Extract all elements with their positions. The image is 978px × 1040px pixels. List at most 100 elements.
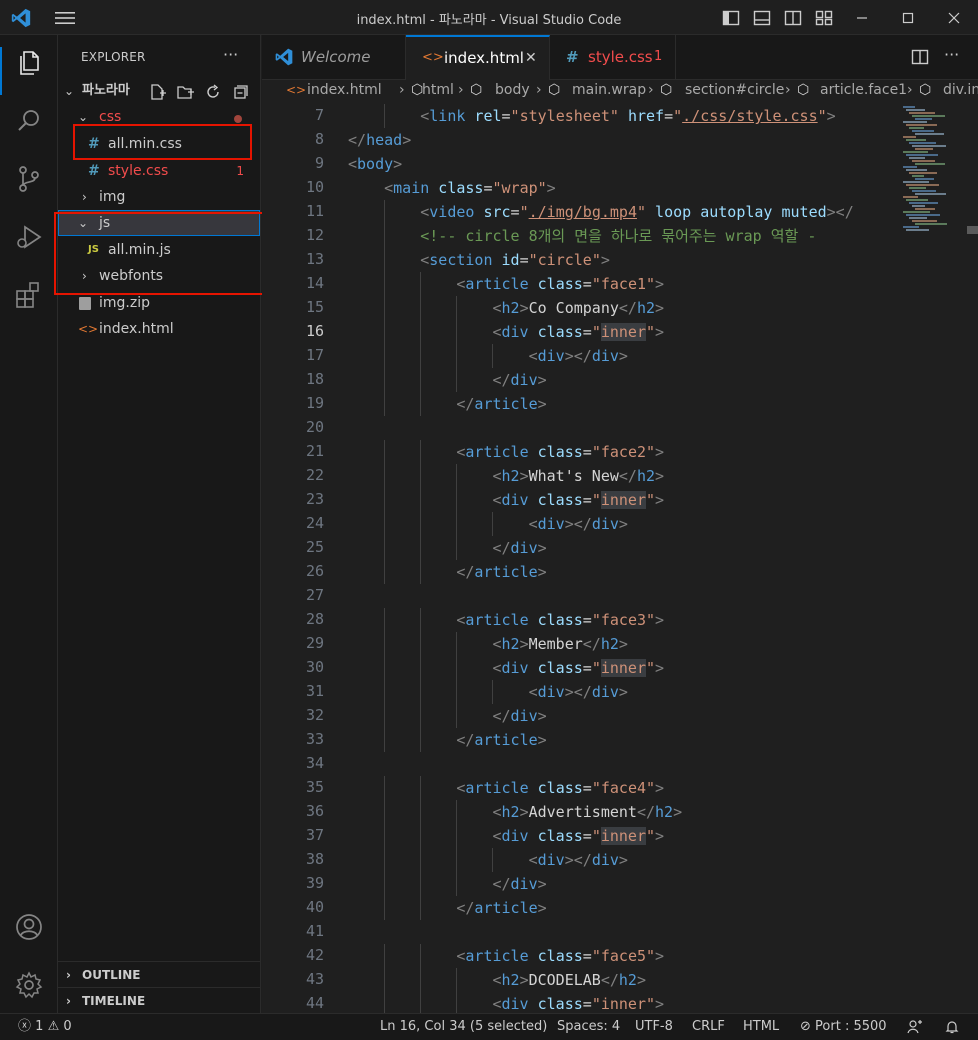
code-editor[interactable]: 7 8 9 10 11 12 13 14 15 16 17 18 19 20 21 22 23 24 25 26 27 2… xyxy=(262,102,978,1013)
indentation[interactable]: Spaces: 4 xyxy=(557,1014,620,1040)
minimize-icon[interactable] xyxy=(852,8,872,28)
code-line[interactable]: </article> xyxy=(456,896,546,920)
code-line[interactable]: <div></div> xyxy=(529,512,628,536)
notifications-bell-icon[interactable] xyxy=(944,1019,960,1035)
outline-section-header[interactable]: › OUTLINE xyxy=(58,961,260,988)
tree-file-all-min-js[interactable]: JS all.min.js xyxy=(58,237,260,263)
tree-file-index-html[interactable]: <> index.html xyxy=(58,316,260,342)
code-area[interactable]: <link rel="stylesheet" href="./css/style… xyxy=(348,102,893,1013)
run-debug-icon[interactable] xyxy=(13,221,45,253)
close-window-icon[interactable] xyxy=(944,8,964,28)
breadcrumb-item[interactable]: index.html xyxy=(307,82,382,98)
indent-guide xyxy=(420,824,422,848)
code-line[interactable]: <h2>What's New</h2> xyxy=(492,464,664,488)
account-icon[interactable] xyxy=(13,911,45,943)
breadcrumb-item[interactable]: div.in xyxy=(943,82,978,98)
maximize-icon[interactable] xyxy=(898,8,918,28)
customize-layout-icon[interactable] xyxy=(814,8,834,28)
code-line[interactable]: </div> xyxy=(492,368,546,392)
problems-indicator[interactable]: ⓧ 1 ⚠ 0 xyxy=(18,1014,72,1040)
code-line[interactable]: </div> xyxy=(492,872,546,896)
cursor-position[interactable]: Ln 16, Col 34 (5 selected) xyxy=(380,1014,547,1040)
language-mode[interactable]: HTML xyxy=(743,1014,779,1040)
copilot-feedback-icon[interactable] xyxy=(907,1019,923,1035)
tree-folder-img[interactable]: › img xyxy=(58,184,260,210)
code-line[interactable]: </article> xyxy=(456,728,546,752)
code-line[interactable]: <link rel="stylesheet" href="./css/style… xyxy=(420,104,835,128)
split-editor-icon[interactable] xyxy=(910,47,930,67)
new-file-icon[interactable] xyxy=(148,83,166,101)
source-control-icon[interactable] xyxy=(13,163,45,195)
code-line[interactable]: <div></div> xyxy=(529,680,628,704)
vertical-scrollbar[interactable] xyxy=(967,102,978,1013)
explorer-files-icon[interactable] xyxy=(13,47,45,79)
toggle-primary-sidebar-icon[interactable] xyxy=(721,8,741,28)
indent-guide xyxy=(384,800,386,824)
indent-guide xyxy=(384,896,386,920)
code-line[interactable]: <div class="inner"> xyxy=(492,488,664,512)
code-line[interactable]: <div></div> xyxy=(529,344,628,368)
close-tab-icon[interactable]: ✕ xyxy=(525,37,537,79)
code-line[interactable]: </head> xyxy=(348,128,411,152)
code-line[interactable]: <!-- circle 8개의 면을 하나로 묶어주는 wrap 역할 - xyxy=(420,224,816,248)
tree-folder-css[interactable]: ⌄ css xyxy=(58,104,260,130)
timeline-section-header[interactable]: › TIMELINE xyxy=(58,987,260,1014)
code-line[interactable]: <h2>Member</h2> xyxy=(492,632,627,656)
tab-welcome[interactable]: Welcome xyxy=(262,35,406,80)
toggle-panel-icon[interactable] xyxy=(752,8,772,28)
code-token: inner xyxy=(600,491,646,509)
manage-gear-icon[interactable] xyxy=(13,969,45,1001)
toggle-secondary-sidebar-icon[interactable] xyxy=(783,8,803,28)
tab-index-html[interactable]: <> index.html ✕ xyxy=(406,35,550,80)
code-token: DCODELAB xyxy=(528,971,601,989)
end-of-line[interactable]: CRLF xyxy=(692,1014,725,1040)
tree-file-all-min-css[interactable]: # all.min.css xyxy=(58,131,260,157)
code-token: "face2" xyxy=(591,443,656,461)
tab-style-css[interactable]: # style.css 1 xyxy=(550,35,676,80)
code-line[interactable]: <main class="wrap"> xyxy=(384,176,556,200)
code-line[interactable]: <article class="face5"> xyxy=(456,944,664,968)
breadcrumb-item[interactable]: article.face1 xyxy=(820,82,907,98)
code-token: div xyxy=(537,515,565,533)
breadcrumb-item[interactable]: main.wrap xyxy=(572,82,646,98)
tree-folder-js[interactable]: ⌄ js xyxy=(58,210,260,236)
breadcrumb-item[interactable]: section#circle xyxy=(685,82,784,98)
code-line[interactable]: <article class="face3"> xyxy=(456,608,664,632)
code-line[interactable]: <div class="inner"> xyxy=(492,320,664,344)
code-line[interactable]: <article class="face2"> xyxy=(456,440,664,464)
code-line[interactable]: <div class="inner"> xyxy=(492,656,664,680)
code-line[interactable]: <article class="face1"> xyxy=(456,272,664,296)
live-server-port[interactable]: ⊘ Port : 5500 xyxy=(800,1014,887,1040)
minimap[interactable] xyxy=(893,102,978,242)
code-line[interactable]: <h2>Advertisment</h2> xyxy=(492,800,682,824)
explorer-more-actions[interactable]: ··· xyxy=(223,45,238,64)
breadcrumb-item[interactable]: html xyxy=(422,82,454,98)
tree-folder-webfonts[interactable]: › webfonts xyxy=(58,263,260,289)
code-line[interactable]: <h2>DCODELAB</h2> xyxy=(492,968,646,992)
code-line[interactable]: </div> xyxy=(492,704,546,728)
code-line[interactable]: <section id="circle"> xyxy=(420,248,610,272)
code-line[interactable]: </div> xyxy=(492,536,546,560)
code-line[interactable]: <body> xyxy=(348,152,402,176)
collapse-all-icon[interactable] xyxy=(232,83,250,101)
code-line[interactable]: <div></div> xyxy=(529,848,628,872)
search-icon[interactable] xyxy=(13,105,45,137)
new-folder-icon[interactable] xyxy=(176,83,194,101)
code-line[interactable]: <div class="inner"> xyxy=(492,992,664,1013)
more-actions-icon[interactable]: ··· xyxy=(944,47,964,67)
code-line[interactable]: <video src="./img/bg.mp4" loop autoplay … xyxy=(420,200,854,224)
refresh-icon[interactable] xyxy=(204,83,222,101)
extensions-icon[interactable] xyxy=(13,279,45,311)
code-line[interactable]: <div class="inner"> xyxy=(492,824,664,848)
code-line[interactable]: </article> xyxy=(456,560,546,584)
code-line[interactable]: </article> xyxy=(456,392,546,416)
line-number: 33 xyxy=(305,730,324,748)
indent-guide xyxy=(420,536,422,560)
tree-file-img-zip[interactable]: img.zip xyxy=(58,290,260,316)
code-line[interactable]: <h2>Co Company</h2> xyxy=(492,296,664,320)
breadcrumb-item[interactable]: body xyxy=(495,82,530,98)
tree-file-style-css[interactable]: # style.css 1 xyxy=(58,158,260,184)
code-line[interactable]: <article class="face4"> xyxy=(456,776,664,800)
encoding[interactable]: UTF-8 xyxy=(635,1014,673,1040)
hamburger-menu-icon[interactable] xyxy=(54,9,76,27)
